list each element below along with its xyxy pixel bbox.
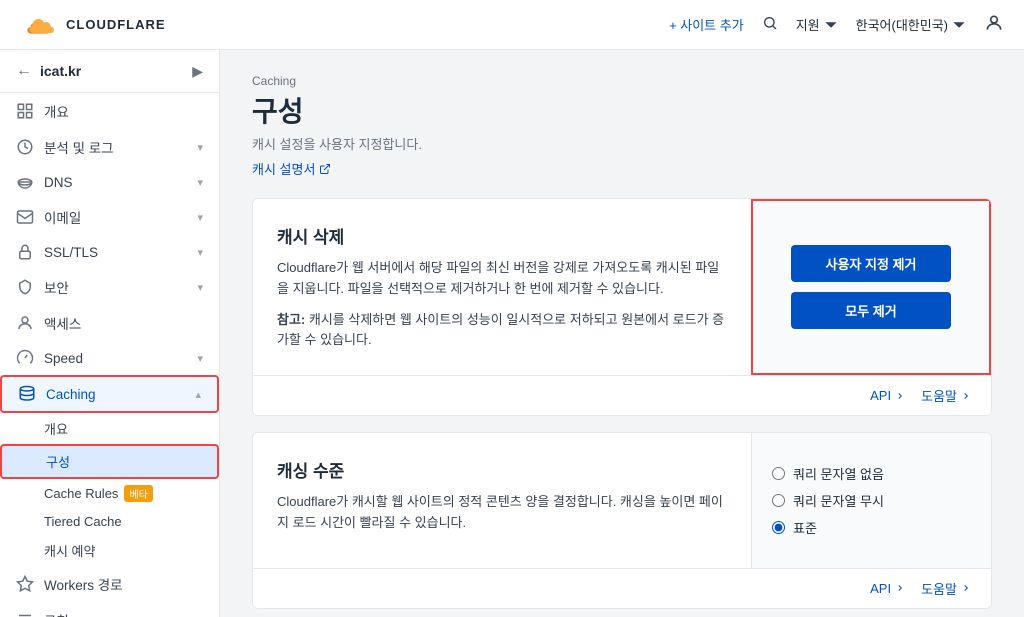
nav-email[interactable]: 이메일 ▾ [0, 199, 219, 235]
rules-icon [16, 611, 34, 617]
card-note: 참고: 캐시를 삭제하면 웹 사이트의 성능이 일시적으로 저하되고 원본에서 … [277, 310, 727, 352]
grid-icon [16, 102, 34, 120]
workers-icon [16, 575, 34, 593]
api-link[interactable]: API [870, 386, 905, 405]
chevron-down-icon [824, 18, 838, 32]
top-navigation: CLOUDFLARE + 사이트 추가 지원 한국어(대한민국) [0, 0, 1024, 50]
card-title: 캐시 삭제 [277, 223, 727, 248]
cache-level-card: 캐싱 수준 Cloudflare가 캐시할 웹 사이트의 정적 콘텐츠 양을 결… [252, 432, 992, 609]
nav-caching[interactable]: Caching ▴ [0, 375, 219, 413]
card-left: 캐시 삭제 Cloudflare가 웹 서버에서 해당 파일의 최신 버전을 강… [253, 199, 751, 375]
help-link[interactable]: 도움말 [921, 579, 971, 598]
card-right-actions: 사용자 지정 제거 모두 제거 [751, 199, 991, 375]
nav-dns[interactable]: DNS ▾ [0, 165, 219, 199]
arrow-right-icon [961, 583, 971, 593]
card-body-text: Cloudflare가 웹 서버에서 해당 파일의 최신 버전을 강제로 가져오… [277, 258, 727, 300]
forward-button[interactable]: ▶ [192, 63, 203, 80]
account-menu[interactable] [984, 13, 1004, 36]
nav-overview[interactable]: 개요 [0, 93, 219, 129]
chevron-icon: ▾ [197, 246, 203, 259]
caching-icon [18, 385, 36, 403]
speed-icon [16, 349, 34, 367]
page-title: 구성 [252, 90, 992, 130]
chevron-icon: ▾ [197, 614, 203, 617]
card-body: 캐시 삭제 Cloudflare가 웹 서버에서 해당 파일의 최신 버전을 강… [253, 199, 991, 375]
email-icon [16, 208, 34, 226]
api-link[interactable]: API [870, 579, 905, 598]
nav-ssl[interactable]: SSL/TLS ▾ [0, 235, 219, 269]
cloudflare-logo: CLOUDFLARE [20, 11, 166, 39]
access-icon [16, 314, 34, 332]
radio-ignore-query[interactable]: 쿼리 문자열 무시 [772, 491, 971, 510]
note-label: 참고: [277, 312, 305, 327]
user-icon [984, 13, 1004, 33]
card-body: 캐싱 수준 Cloudflare가 캐시할 웹 사이트의 정적 콘텐츠 양을 결… [253, 433, 991, 568]
card-body-text: Cloudflare가 캐시할 웹 사이트의 정적 콘텐츠 양을 결정합니다. … [277, 492, 727, 534]
sidebar: ← icat.kr ▶ 개요 분석 및 로그 ▾ DNS ▾ 이메일 ▾ SSL… [0, 50, 220, 617]
nav-security[interactable]: 보안 ▾ [0, 269, 219, 305]
body-wrap: ← icat.kr ▶ 개요 분석 및 로그 ▾ DNS ▾ 이메일 ▾ SSL… [0, 50, 1024, 617]
chevron-icon: ▾ [197, 352, 203, 365]
caching-submenu: 개요 구성 Cache Rules 베타 Tiered Cache 캐시 예약 [0, 413, 219, 566]
chevron-icon: ▾ [197, 281, 203, 294]
nav-tiered-cache[interactable]: Tiered Cache [0, 508, 219, 535]
support-menu[interactable]: 지원 [796, 15, 838, 34]
card-footer: API 도움말 [253, 375, 991, 415]
custom-purge-button[interactable]: 사용자 지정 제거 [791, 245, 951, 282]
back-button[interactable]: ← [16, 62, 32, 80]
cache-purge-card: 캐시 삭제 Cloudflare가 웹 서버에서 해당 파일의 최신 버전을 강… [252, 198, 992, 416]
nav-speed[interactable]: Speed ▾ [0, 341, 219, 375]
arrow-right-icon [895, 391, 905, 401]
chevron-up-icon: ▴ [195, 388, 201, 401]
nav-analytics[interactable]: 분석 및 로그 ▾ [0, 129, 219, 165]
nav-cache-reserve[interactable]: 캐시 예약 [0, 535, 219, 566]
topnav-right: + 사이트 추가 지원 한국어(대한민국) [669, 13, 1004, 36]
lock-icon [16, 243, 34, 261]
logo-text: CLOUDFLARE [66, 17, 166, 32]
nav-access[interactable]: 액세스 [0, 305, 219, 341]
external-link-icon [319, 163, 331, 175]
chevron-down-icon [952, 18, 966, 32]
site-header: ← icat.kr ▶ [0, 50, 219, 93]
cache-level-options: 쿼리 문자열 없음 쿼리 문자열 무시 표준 [751, 433, 991, 568]
page-label: Caching [252, 74, 992, 88]
chevron-icon: ▾ [197, 211, 203, 224]
search-icon [762, 15, 778, 31]
card-footer: API 도움말 [253, 568, 991, 608]
card-left: 캐싱 수준 Cloudflare가 캐시할 웹 사이트의 정적 콘텐츠 양을 결… [253, 433, 751, 568]
radio-no-query[interactable]: 쿼리 문자열 없음 [772, 464, 971, 483]
language-menu[interactable]: 한국어(대한민국) [856, 15, 966, 34]
beta-badge: 베타 [124, 485, 152, 502]
chart-icon [16, 138, 34, 156]
radio-standard[interactable]: 표준 [772, 518, 971, 537]
help-link[interactable]: 도움말 [921, 386, 971, 405]
nav-workers[interactable]: Workers 경로 [0, 566, 219, 602]
purge-all-button[interactable]: 모두 제거 [791, 292, 951, 329]
arrow-right-icon [961, 391, 971, 401]
nav-rules[interactable]: 규칙 ▾ [0, 602, 219, 617]
shield-icon [16, 278, 34, 296]
cloudflare-logo-icon [20, 11, 60, 39]
page-desc: 캐시 설정을 사용자 지정합니다. [252, 134, 992, 153]
nav-caching-overview[interactable]: 개요 [0, 413, 219, 444]
main-content: Caching 구성 캐시 설정을 사용자 지정합니다. 캐시 설명서 캐시 삭… [220, 50, 1024, 617]
chevron-icon: ▾ [197, 141, 203, 154]
chevron-icon: ▾ [197, 176, 203, 189]
nav-caching-config[interactable]: 구성 [0, 444, 219, 479]
arrow-right-icon [895, 583, 905, 593]
search-button[interactable] [762, 15, 778, 34]
nav-cache-rules[interactable]: Cache Rules 베타 [0, 479, 219, 508]
add-site-button[interactable]: + 사이트 추가 [669, 15, 744, 34]
site-name: icat.kr [40, 63, 184, 79]
dns-icon [16, 173, 34, 191]
card-title: 캐싱 수준 [277, 457, 727, 482]
doc-link[interactable]: 캐시 설명서 [252, 159, 992, 178]
